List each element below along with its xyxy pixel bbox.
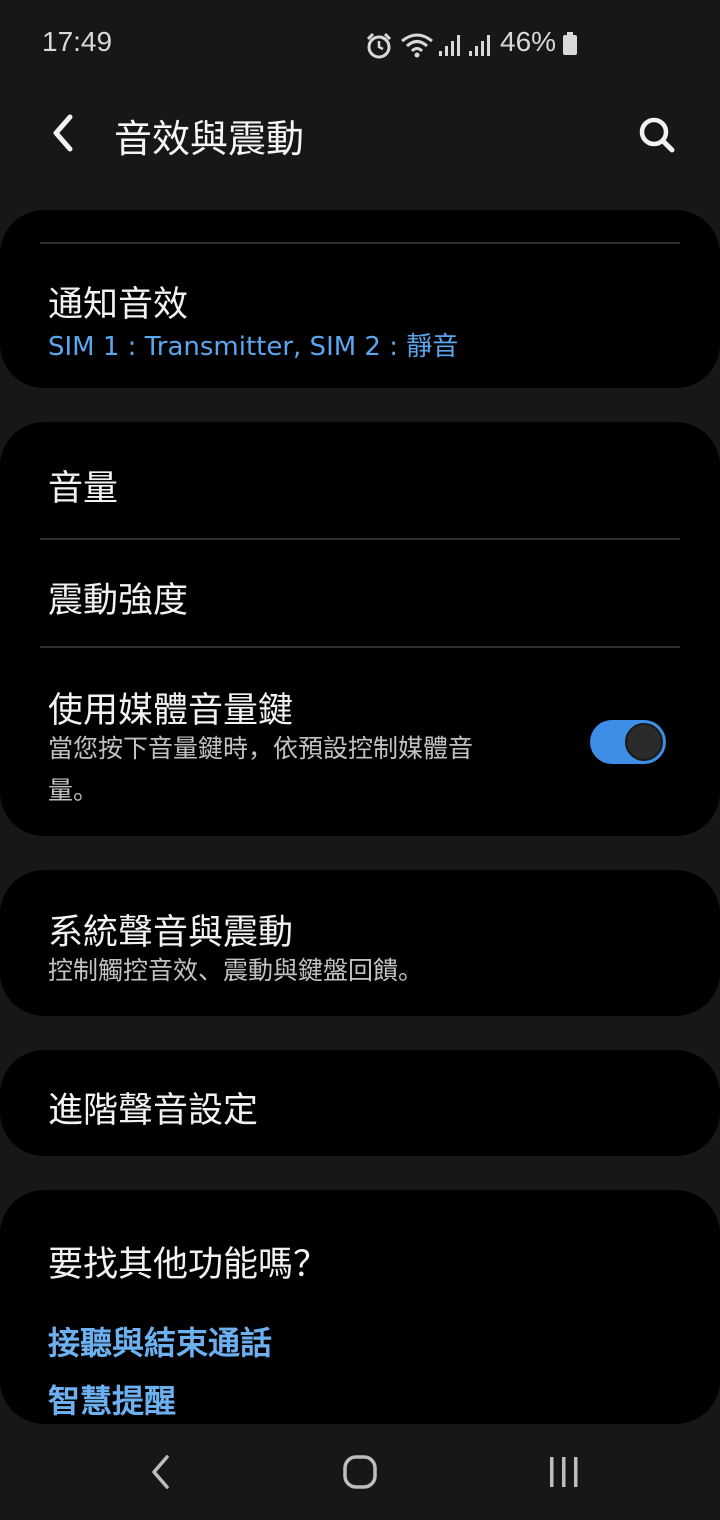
navigation-bar bbox=[0, 1424, 720, 1520]
back-chevron-icon bbox=[53, 114, 73, 152]
nav-home-icon bbox=[343, 1455, 377, 1489]
advanced-sound-title: 進階聲音設定 bbox=[48, 1091, 259, 1131]
media-volume-keys-desc-line2: 量。 bbox=[48, 776, 99, 805]
signal-sim2-icon bbox=[468, 33, 492, 57]
settings-screen: 17:49 46% 音效與震動 通知音效 SIM 1: Transmitter… bbox=[0, 0, 720, 1520]
battery-icon bbox=[562, 32, 578, 60]
notification-sound-title: 通知音效 bbox=[48, 285, 189, 325]
answer-end-calls-link[interactable]: 接聽與結束通話 bbox=[48, 1318, 272, 1364]
nav-back-icon bbox=[152, 1455, 169, 1489]
nav-recents-icon bbox=[550, 1457, 578, 1487]
battery-percent: 46% bbox=[500, 26, 557, 57]
system-sound-title: 系統聲音與震動 bbox=[48, 913, 294, 953]
media-volume-keys-title: 使用媒體音量鍵 bbox=[48, 691, 294, 731]
notification-sound-item[interactable]: 通知音效 SIM 1 : Transmitter, SIM 2 : 靜音 bbox=[0, 244, 720, 388]
system-sound-item[interactable]: 系統聲音與震動 控制觸控音效、震動與鍵盤回饋。 bbox=[0, 870, 720, 1016]
status-time: 17:49 bbox=[42, 26, 113, 57]
search-icon bbox=[639, 117, 675, 153]
more-features-card: 要找其他功能嗎？ 接聽與結束通話 智慧提醒 bbox=[0, 1190, 720, 1424]
advanced-sound-item[interactable]: 進階聲音設定 bbox=[0, 1050, 720, 1156]
volume-card: 音量 震動強度 使用媒體音量鍵 當您按下音量鍵時，依預設控制媒體音 量。 bbox=[0, 422, 720, 836]
nav-recents-button[interactable] bbox=[534, 1446, 594, 1498]
toggle-knob bbox=[625, 723, 663, 761]
signal-sim1-icon bbox=[438, 33, 462, 57]
smart-alert-link[interactable]: 智慧提醒 bbox=[48, 1376, 176, 1422]
media-volume-keys-toggle[interactable] bbox=[590, 720, 666, 764]
status-bar: 17:49 46% bbox=[0, 0, 720, 90]
more-features-title: 要找其他功能嗎？ bbox=[48, 1245, 329, 1285]
media-volume-keys-desc-line1: 當您按下音量鍵時，依預設控制媒體音 bbox=[48, 734, 474, 763]
vibration-intensity-item[interactable]: 震動強度 bbox=[0, 540, 720, 646]
alarm-icon bbox=[364, 31, 394, 61]
system-sound-card: 系統聲音與震動 控制觸控音效、震動與鍵盤回饋。 bbox=[0, 870, 720, 1016]
app-header: 音效與震動 bbox=[0, 90, 720, 180]
volume-title: 音量 bbox=[48, 469, 119, 509]
page-title: 音效與震動 bbox=[114, 117, 305, 161]
search-button[interactable] bbox=[630, 108, 684, 162]
nav-home-button[interactable] bbox=[330, 1446, 390, 1498]
vibration-intensity-title: 震動強度 bbox=[48, 581, 189, 621]
wifi-icon bbox=[400, 31, 434, 59]
back-button[interactable] bbox=[38, 108, 88, 158]
system-sound-desc: 控制觸控音效、震動與鍵盤回饋。 bbox=[48, 956, 424, 985]
notification-sound-value: SIM 1 : Transmitter, SIM 2 : 靜音 bbox=[48, 332, 459, 362]
nav-back-button[interactable] bbox=[130, 1446, 190, 1498]
volume-item[interactable]: 音量 bbox=[0, 422, 720, 538]
advanced-sound-card: 進階聲音設定 bbox=[0, 1050, 720, 1156]
notification-card: 通知音效 SIM 1 : Transmitter, SIM 2 : 靜音 bbox=[0, 210, 720, 388]
